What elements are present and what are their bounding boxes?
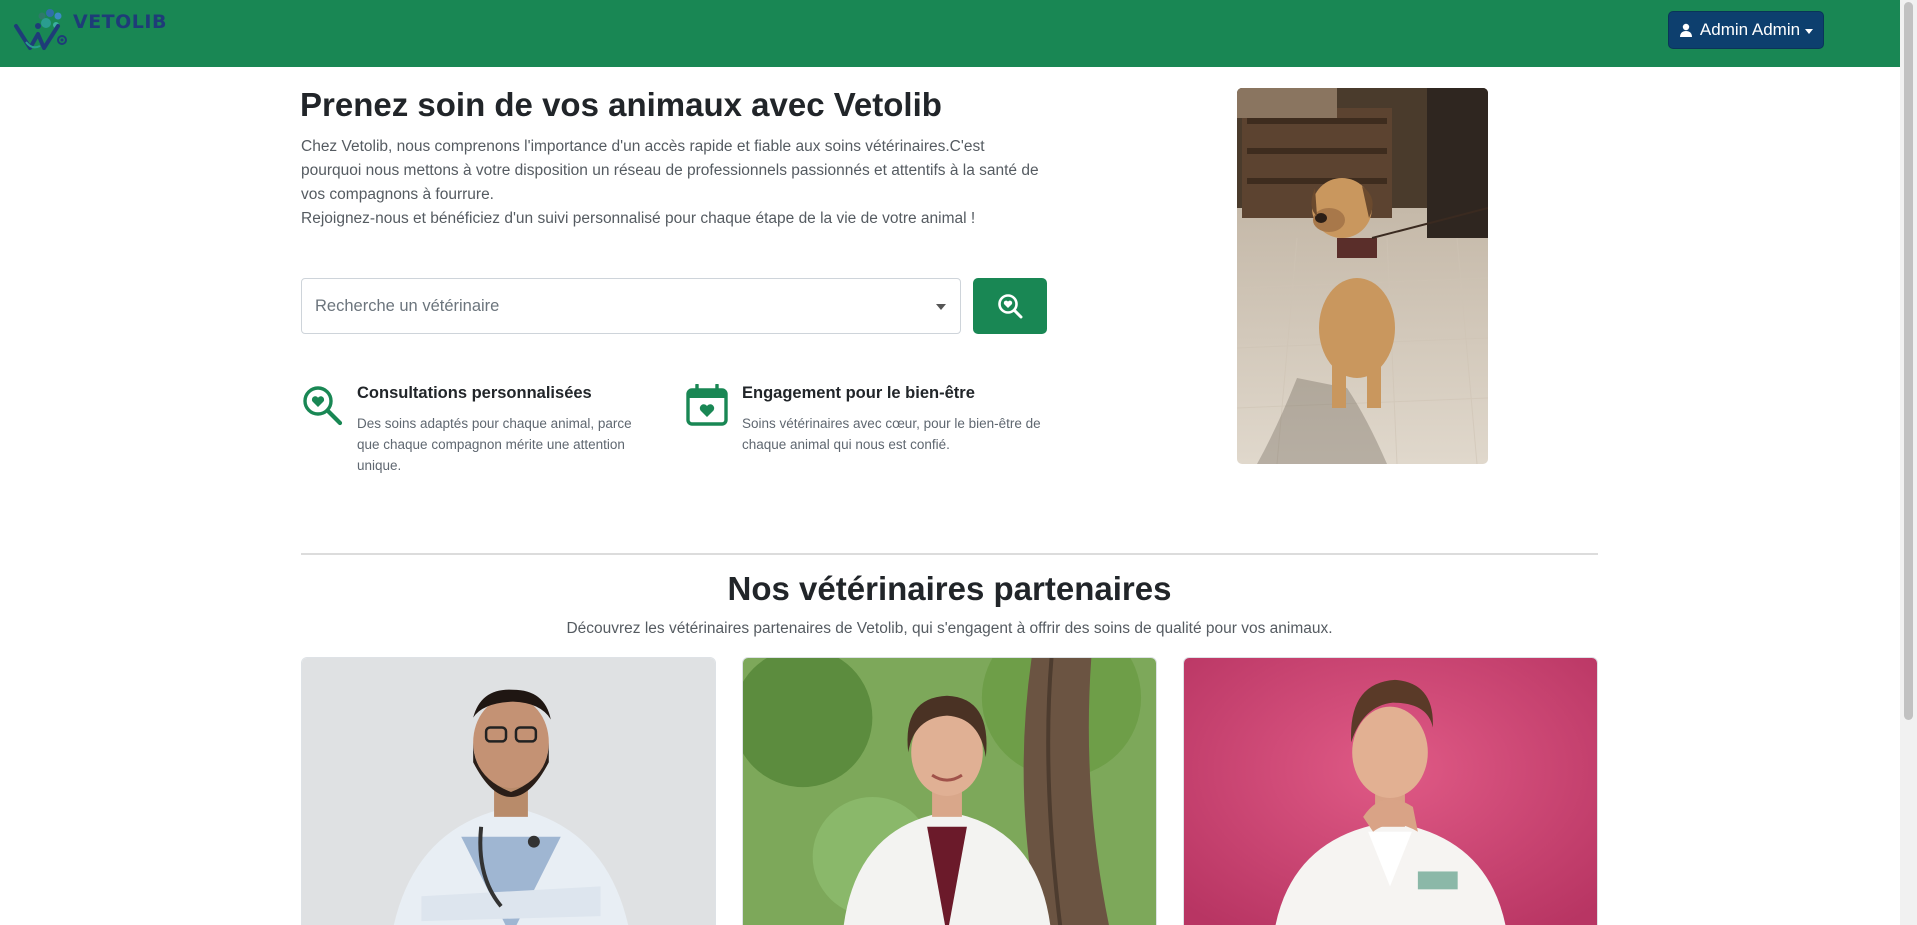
scrollbar-thumb[interactable] xyxy=(1904,2,1913,720)
hero-paragraph: Chez Vetolib, nous comprenons l'importan… xyxy=(301,138,1039,203)
partners-title: Nos vétérinaires partenaires xyxy=(727,570,1172,607)
brand-logo[interactable]: VETOLIB xyxy=(12,4,166,54)
feature-description: Des soins adaptés pour chaque animal, pa… xyxy=(357,416,632,473)
dropdown-arrow-icon[interactable] xyxy=(936,304,946,310)
vet-photo-2 xyxy=(743,658,1156,925)
search-heart-icon xyxy=(998,294,1023,319)
vet-search-select[interactable] xyxy=(301,278,961,334)
feature-wellbeing: Engagement pour le bien-être Soins vétér… xyxy=(686,384,1041,474)
vet-card[interactable] xyxy=(742,657,1157,925)
vet-photo-1 xyxy=(302,658,715,925)
calendar-heart-icon xyxy=(686,384,728,426)
hero-title: Prenez soin de vos animaux avec Vetolib xyxy=(300,86,942,123)
partners-subtitle: Découvrez les vétérinaires partenaires d… xyxy=(566,620,1333,637)
user-icon xyxy=(1679,23,1692,37)
user-menu-label: Admin Admin xyxy=(1699,20,1801,39)
vet-card[interactable] xyxy=(1183,657,1598,925)
dog-photo xyxy=(1237,88,1488,464)
chevron-down-icon xyxy=(1805,28,1814,34)
section-divider xyxy=(301,553,1598,555)
feature-title: Engagement pour le bien-être xyxy=(742,384,975,402)
feature-title: Consultations personnalisées xyxy=(357,384,592,402)
vet-search-input[interactable] xyxy=(303,280,903,332)
feature-consultations: Consultations personnalisées Des soins a… xyxy=(301,384,651,474)
hero-description: Chez Vetolib, nous comprenons l'importan… xyxy=(301,135,1046,231)
user-menu-button[interactable]: Admin Admin xyxy=(1668,11,1824,49)
navbar: VETOLIB Admin Admin xyxy=(0,0,1900,67)
feature-description: Soins vétérinaires avec cœur, pour le bi… xyxy=(742,416,1041,452)
brand-name: VETOLIB xyxy=(73,11,167,33)
hero-paragraph: Rejoignez-nous et bénéficiez d'un suivi … xyxy=(301,210,976,227)
search-button[interactable] xyxy=(973,278,1047,334)
hero-dog-image xyxy=(1237,88,1488,464)
page-scrollbar[interactable] xyxy=(1900,0,1917,925)
search-heart-icon xyxy=(303,386,343,426)
vet-photo-3 xyxy=(1184,658,1597,925)
vet-card[interactable] xyxy=(301,657,716,925)
page: VETOLIB Admin Admin Prenez soin de vos a… xyxy=(0,0,1917,925)
vetolib-logo-icon xyxy=(14,9,67,50)
